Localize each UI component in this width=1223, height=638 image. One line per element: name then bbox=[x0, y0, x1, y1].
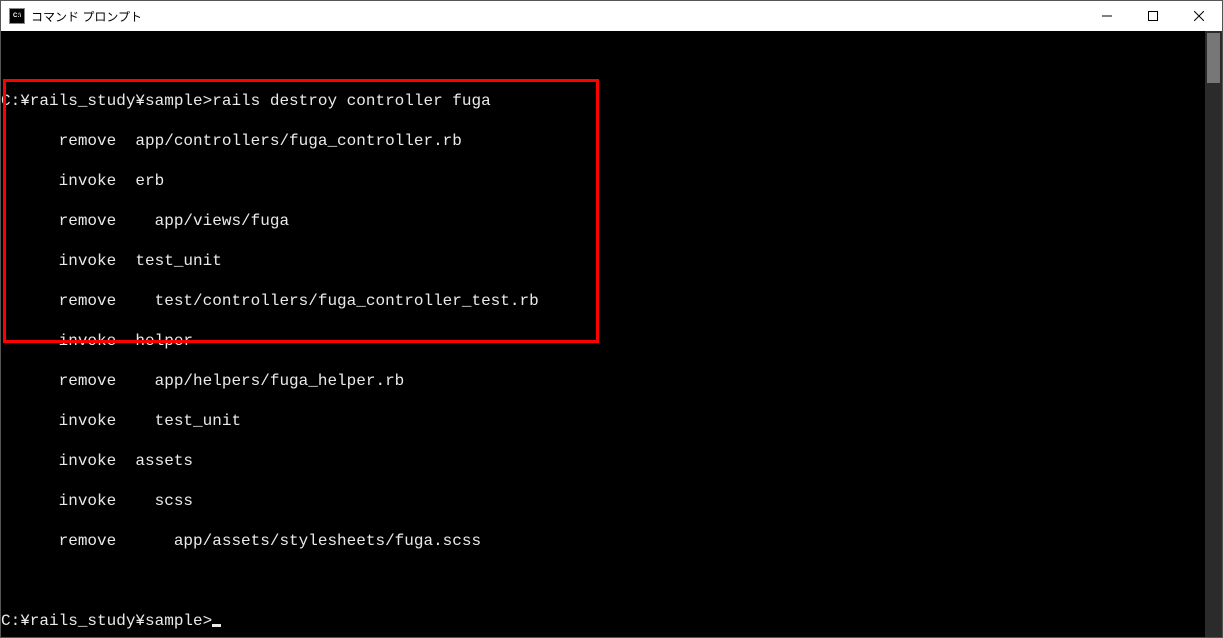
app-icon: C:\ bbox=[9, 8, 25, 24]
blank-line bbox=[1, 571, 1205, 591]
output-line: remove app/controllers/fuga_controller.r… bbox=[1, 131, 1205, 151]
title-bar[interactable]: C:\ コマンド プロンプト bbox=[1, 1, 1222, 31]
window-frame: C:\ コマンド プロンプト C:¥rails_study¥sample>rai… bbox=[0, 0, 1223, 638]
output-line: invoke scss bbox=[1, 491, 1205, 511]
close-button[interactable] bbox=[1176, 1, 1222, 31]
vertical-scrollbar[interactable] bbox=[1205, 31, 1222, 637]
output-line: remove app/assets/stylesheets/fuga.scss bbox=[1, 531, 1205, 551]
minimize-button[interactable] bbox=[1084, 1, 1130, 31]
command-line-1: C:¥rails_study¥sample>rails destroy cont… bbox=[1, 91, 1205, 111]
output-line: remove app/helpers/fuga_helper.rb bbox=[1, 371, 1205, 391]
prompt-2: C:¥rails_study¥sample> bbox=[1, 612, 212, 630]
output-line: remove test/controllers/fuga_controller_… bbox=[1, 291, 1205, 311]
terminal-client-area: C:¥rails_study¥sample>rails destroy cont… bbox=[1, 31, 1222, 637]
maximize-icon bbox=[1148, 11, 1158, 21]
close-icon bbox=[1194, 11, 1204, 21]
output-line: remove app/views/fuga bbox=[1, 211, 1205, 231]
output-line: invoke helper bbox=[1, 331, 1205, 351]
output-line: invoke test_unit bbox=[1, 251, 1205, 271]
command-1: rails destroy controller fuga bbox=[212, 92, 490, 110]
scrollbar-thumb[interactable] bbox=[1207, 33, 1220, 83]
minimize-icon bbox=[1102, 11, 1112, 21]
output-line: invoke test_unit bbox=[1, 411, 1205, 431]
maximize-button[interactable] bbox=[1130, 1, 1176, 31]
output-line: invoke assets bbox=[1, 451, 1205, 471]
prompt-1: C:¥rails_study¥sample> bbox=[1, 92, 212, 110]
window-title: コマンド プロンプト bbox=[31, 8, 142, 25]
app-icon-label: C:\ bbox=[13, 13, 21, 19]
cursor bbox=[212, 624, 221, 627]
command-line-2: C:¥rails_study¥sample> bbox=[1, 611, 1205, 631]
blank-line bbox=[1, 51, 1205, 71]
output-line: invoke erb bbox=[1, 171, 1205, 191]
terminal-output[interactable]: C:¥rails_study¥sample>rails destroy cont… bbox=[1, 31, 1205, 637]
